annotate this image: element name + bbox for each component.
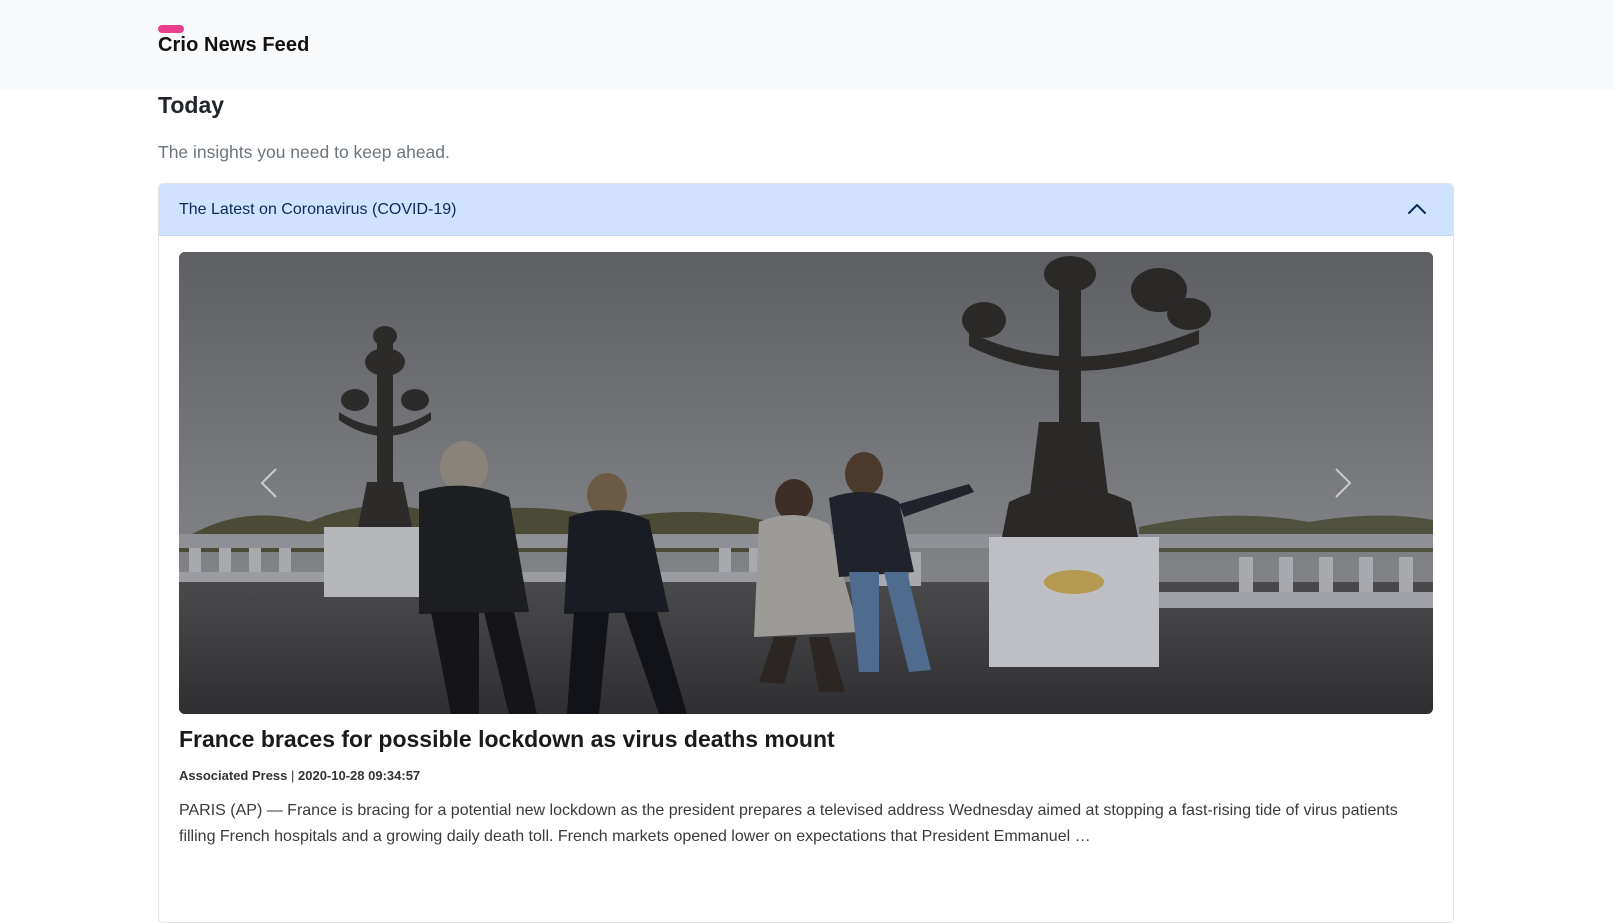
brand-accent-pill	[158, 25, 184, 33]
brand-name: Crio News Feed	[158, 34, 310, 56]
page-tagline: The insights you need to keep ahead.	[158, 142, 450, 162]
news-summary: PARIS (AP) — France is bracing for a pot…	[179, 802, 1398, 845]
news-meta: Associated Press | 2020-10-28 09:34:57	[179, 768, 420, 783]
chevron-up-icon	[1408, 204, 1426, 214]
brand-logo[interactable]: Crio News Feed	[158, 24, 358, 60]
meta-separator: |	[287, 768, 299, 783]
chevron-right-icon	[1335, 468, 1352, 498]
topic-accordion: The Latest on Coronavirus (COVID-19) Fra…	[158, 183, 1454, 923]
accordion-title: The Latest on Coronavirus (COVID-19)	[179, 201, 457, 218]
navbar: Crio News Feed	[0, 0, 1614, 90]
carousel-next-button[interactable]	[1273, 252, 1413, 714]
news-published: 2020-10-28 09:34:57	[298, 768, 421, 783]
chevron-left-icon	[260, 468, 277, 498]
news-carousel	[179, 252, 1433, 714]
news-headline-link[interactable]: France braces for possible lockdown as v…	[179, 726, 835, 753]
news-image	[179, 252, 1433, 714]
news-source: Associated Press	[179, 768, 288, 783]
carousel-prev-button[interactable]	[199, 252, 339, 714]
page-heading: Today	[158, 92, 225, 118]
accordion-body: France braces for possible lockdown as v…	[159, 236, 1453, 922]
accordion-header-button[interactable]: The Latest on Coronavirus (COVID-19)	[159, 184, 1453, 236]
